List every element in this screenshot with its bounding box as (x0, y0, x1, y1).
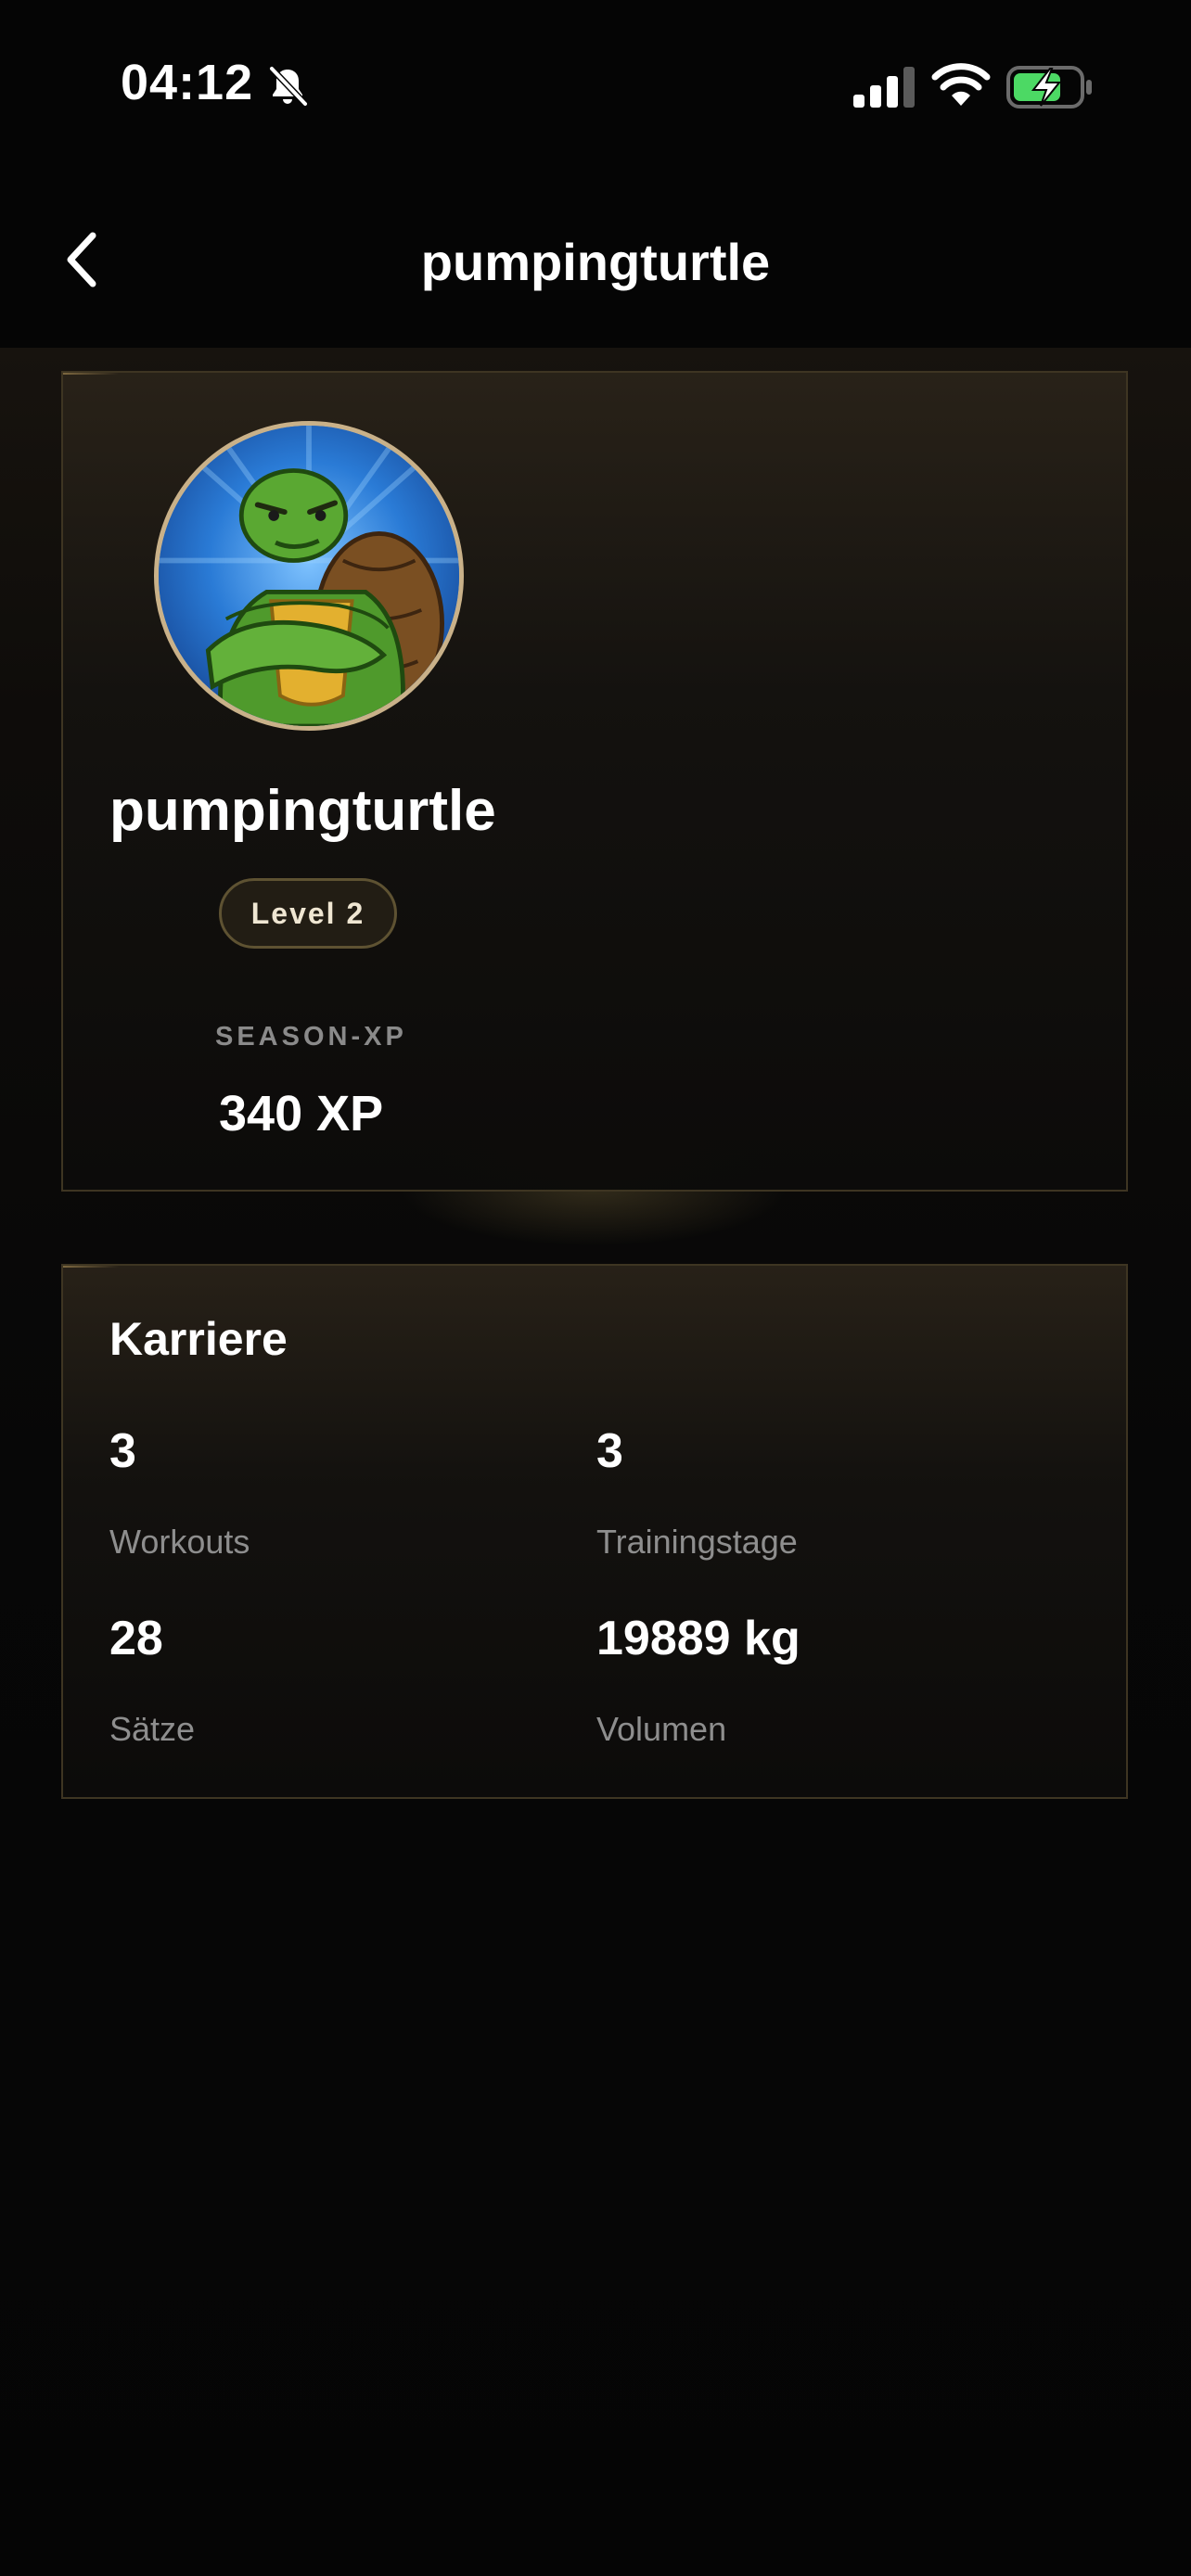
stat-label: Workouts (109, 1523, 250, 1561)
profile-card: pumpingturtle Level 2 SEASON-XP 340 XP (61, 371, 1128, 1192)
stat-label: Trainingstage (596, 1523, 798, 1561)
level-badge: Level 2 (219, 878, 397, 949)
bell-slash-icon (269, 66, 308, 107)
stat-value: 3 (109, 1424, 136, 1478)
profile-name: pumpingturtle (109, 779, 496, 843)
stat-workouts: 3 Workouts (109, 1423, 536, 1561)
battery-charging-icon (1006, 66, 1092, 108)
career-card: Karriere 3 Workouts 3 Trainingstage 28 S… (61, 1264, 1128, 1799)
stat-label: Sätze (109, 1710, 196, 1748)
status-time: 04:12 (121, 55, 254, 110)
season-xp-label: SEASON-XP (215, 1022, 407, 1052)
status-bar: 04:12 (0, 0, 1191, 176)
cellular-signal-icon (853, 67, 915, 108)
wifi-icon (931, 63, 991, 106)
career-title: Karriere (109, 1313, 288, 1365)
turtle-avatar-image (159, 426, 459, 726)
stat-value: 3 (596, 1424, 623, 1478)
stat-volumen: 19889 kg Volumen (596, 1611, 1023, 1748)
stat-label: Volumen (596, 1710, 727, 1748)
stat-trainingstage: 3 Trainingstage (596, 1423, 1023, 1561)
nav-bar: pumpingturtle (0, 176, 1191, 348)
stat-value: 19889 kg (596, 1612, 800, 1665)
season-xp-value: 340 XP (219, 1086, 384, 1141)
stat-value: 28 (109, 1612, 163, 1665)
stat-saetze: 28 Sätze (109, 1611, 536, 1748)
profile-content: pumpingturtle Level 2 SEASON-XP 340 XP K… (0, 348, 1191, 2576)
avatar (154, 421, 464, 731)
page-title: pumpingturtle (420, 233, 771, 291)
